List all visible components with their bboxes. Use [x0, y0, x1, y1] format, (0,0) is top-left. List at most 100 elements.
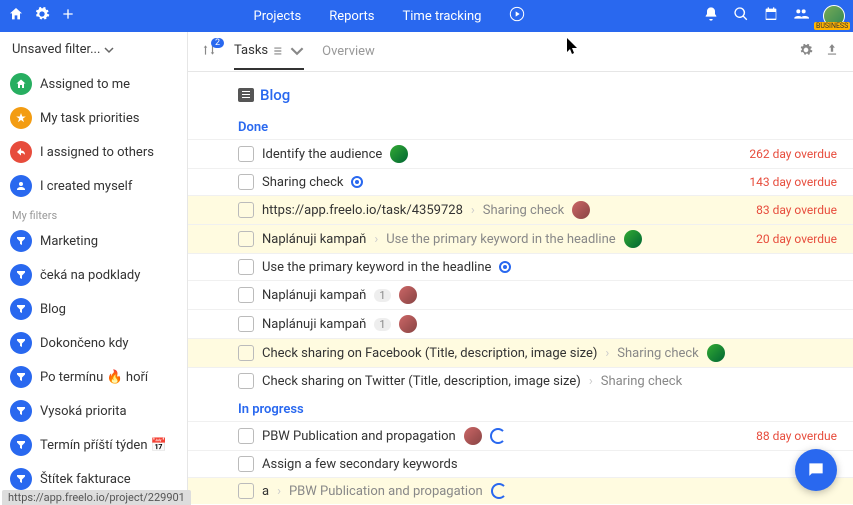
tab-tasks[interactable]: Tasks: [234, 33, 304, 70]
task-checkbox[interactable]: [238, 373, 254, 389]
sidebar-item[interactable]: I created myself: [0, 169, 187, 203]
task-row[interactable]: Check sharing on Facebook (Title, descri…: [188, 338, 853, 367]
task-list-done: Identify the audience262 day overdueShar…: [188, 139, 853, 394]
loading-icon: [491, 483, 507, 499]
sidebar-item-label: Po termínu 🔥 hoří: [40, 370, 148, 385]
task-checkbox[interactable]: [238, 231, 254, 247]
blog-icon: [238, 88, 254, 102]
task-row[interactable]: Naplánuji kampaň1: [188, 280, 853, 309]
play-icon[interactable]: [509, 6, 525, 26]
task-row[interactable]: Check sharing on Twitter (Title, descrip…: [188, 367, 853, 394]
task-checkbox[interactable]: [238, 174, 254, 190]
bell-icon[interactable]: [703, 6, 719, 26]
task-parent: Sharing check: [617, 346, 698, 361]
filter-icon: [10, 400, 32, 422]
sidebar-item-label: Termín příští týden 📅: [40, 438, 167, 453]
export-icon[interactable]: [825, 43, 839, 61]
project-heading[interactable]: Blog: [188, 72, 853, 112]
task-checkbox[interactable]: [238, 483, 254, 499]
task-checkbox[interactable]: [238, 316, 254, 332]
task-title: Naplánuji kampaň: [262, 317, 366, 332]
people-icon[interactable]: [793, 6, 809, 26]
task-checkbox[interactable]: [238, 345, 254, 361]
sidebar-main-list: Assigned to me My task priorities I assi…: [0, 67, 187, 203]
sidebar-item[interactable]: I assigned to others: [0, 135, 187, 169]
sort-icon[interactable]: 2: [202, 43, 216, 61]
search-icon[interactable]: [733, 6, 749, 26]
sidebar-item-label: Dokončeno kdy: [40, 336, 129, 351]
calendar-icon[interactable]: [763, 6, 779, 26]
task-row[interactable]: Naplánuji kampaň›Use the primary keyword…: [188, 224, 853, 253]
task-title: Assign a few secondary keywords: [262, 457, 458, 472]
star-icon: [10, 107, 32, 129]
sidebar-filter-item[interactable]: Dokončeno kdy: [0, 326, 187, 360]
tab-overview[interactable]: Overview: [322, 34, 375, 69]
task-row[interactable]: Identify the audience262 day overdue: [188, 139, 853, 168]
task-title: Sharing check: [262, 175, 343, 190]
assignee-avatar[interactable]: [624, 230, 642, 248]
task-row[interactable]: Assign a few secondary keywords: [188, 450, 853, 477]
group-inprogress[interactable]: In progress: [188, 394, 853, 421]
nav-projects[interactable]: Projects: [254, 9, 302, 24]
task-checkbox[interactable]: [238, 259, 254, 275]
sidebar-filter-item[interactable]: Termín příští týden 📅: [0, 428, 187, 462]
task-row[interactable]: Sharing check143 day overdue: [188, 168, 853, 195]
task-title: PBW Publication and propagation: [262, 429, 456, 444]
sidebar-item[interactable]: Assigned to me: [0, 67, 187, 101]
sidebar-filter-item[interactable]: Vysoká priorita: [0, 394, 187, 428]
home-icon: [10, 73, 32, 95]
assignee-avatar[interactable]: [399, 315, 417, 333]
assignee-avatar[interactable]: [464, 427, 482, 445]
task-row[interactable]: Naplánuji kampaň1: [188, 309, 853, 338]
content-area: 2 Tasks Overview Blog Done Identify the …: [188, 32, 853, 505]
filter-dropdown[interactable]: Unsaved filter...: [0, 32, 187, 67]
sidebar: Unsaved filter... Assigned to me My task…: [0, 32, 188, 505]
task-row[interactable]: a›PBW Publication and propagation: [188, 477, 853, 504]
task-checkbox[interactable]: [238, 456, 254, 472]
nav-timetracking[interactable]: Time tracking: [403, 9, 482, 24]
sidebar-filter-item[interactable]: Marketing: [0, 224, 187, 258]
task-row[interactable]: Use the primary keyword in the headline: [188, 253, 853, 280]
task-title: Naplánuji kampaň: [262, 288, 366, 303]
gear-icon[interactable]: [34, 6, 50, 26]
sort-badge: 2: [211, 38, 224, 48]
task-checkbox[interactable]: [238, 428, 254, 444]
sidebar-item-label: Vysoká priorita: [40, 404, 127, 419]
chat-button[interactable]: [795, 449, 837, 491]
group-done[interactable]: Done: [188, 112, 853, 139]
chat-icon: [806, 460, 826, 480]
task-list-progress: PBW Publication and propagation 88 day ov…: [188, 421, 853, 504]
gear-icon[interactable]: [799, 43, 813, 61]
sidebar-item-label: I assigned to others: [40, 145, 154, 160]
assignee-avatar[interactable]: [707, 344, 725, 362]
status-url: https://app.freelo.io/project/229901: [2, 490, 191, 505]
sidebar-filter-item[interactable]: Blog: [0, 292, 187, 326]
assignee-avatar[interactable]: [390, 145, 408, 163]
overdue-label: 20 day overdue: [756, 232, 837, 246]
plus-icon[interactable]: [60, 6, 76, 26]
sidebar-item-label: Marketing: [40, 234, 98, 249]
mouse-cursor: [566, 38, 580, 60]
home-icon[interactable]: [8, 6, 24, 26]
task-parent: PBW Publication and propagation: [289, 484, 483, 499]
nav-reports[interactable]: Reports: [329, 9, 374, 24]
sidebar-item-label: Štítek fakturace: [40, 472, 131, 487]
assignee-avatar[interactable]: [399, 286, 417, 304]
task-row[interactable]: PBW Publication and propagation 88 day ov…: [188, 421, 853, 450]
sidebar-filter-item[interactable]: čeká na podklady: [0, 258, 187, 292]
overdue-label: 88 day overdue: [756, 429, 837, 443]
task-row[interactable]: https://app.freelo.io/task/4359728›Shari…: [188, 195, 853, 224]
task-checkbox[interactable]: [238, 202, 254, 218]
assignee-avatar[interactable]: [572, 201, 590, 219]
sidebar-filter-item[interactable]: Po termínu 🔥 hoří: [0, 360, 187, 394]
share-icon: [10, 141, 32, 163]
sidebar-item[interactable]: My task priorities: [0, 101, 187, 135]
user-avatar[interactable]: BUSINESS: [823, 5, 845, 27]
task-checkbox[interactable]: [238, 287, 254, 303]
filter-icon: [10, 468, 32, 490]
sidebar-item-label: My task priorities: [40, 111, 139, 126]
sidebar-item-label: Blog: [40, 302, 66, 317]
loading-icon: [490, 428, 506, 444]
task-checkbox[interactable]: [238, 146, 254, 162]
topbar: Projects Reports Time tracking BUSINESS: [0, 0, 853, 32]
